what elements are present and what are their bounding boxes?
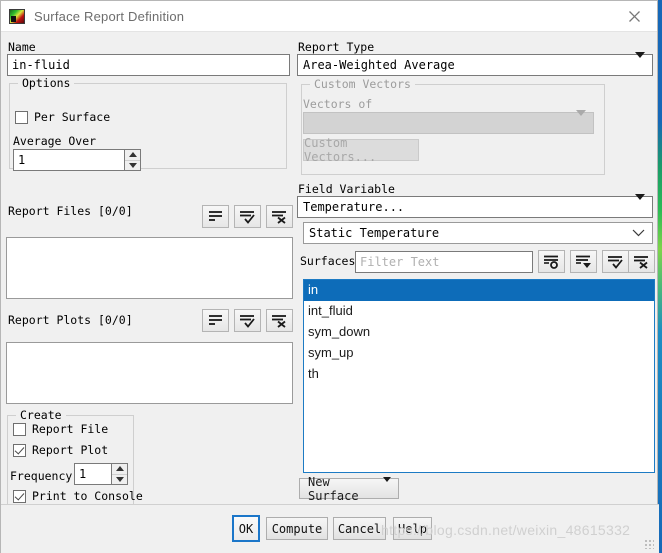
name-label: Name xyxy=(8,40,36,54)
checkbox-box xyxy=(15,110,28,124)
resize-grip[interactable] xyxy=(644,539,654,549)
average-over-spin-buttons[interactable] xyxy=(124,149,141,171)
dialog-content: Name Options Per Surface Average Over 1 … xyxy=(1,32,657,529)
list-item[interactable]: in xyxy=(304,280,654,301)
filter-options-icon[interactable] xyxy=(538,250,565,273)
surfaces-label: Surfaces xyxy=(300,254,356,268)
report-plot-label: Report Plot xyxy=(32,443,109,457)
spinner-down-icon[interactable] xyxy=(112,474,127,484)
compute-button[interactable]: Compute xyxy=(266,517,328,540)
ok-button[interactable]: OK xyxy=(232,515,260,542)
vectors-of-label: Vectors of xyxy=(303,97,373,111)
window-title: Surface Report Definition xyxy=(34,8,185,24)
new-surface-button[interactable]: New Surface xyxy=(299,475,399,503)
print-to-console-label: Print to Console xyxy=(32,489,143,503)
print-to-console-checkbox[interactable]: Print to Console xyxy=(13,489,143,503)
average-over-value[interactable]: 1 xyxy=(13,149,124,171)
left-column: Name Options Per Surface Average Over 1 … xyxy=(1,32,295,529)
field-variable-sub-value: Static Temperature xyxy=(309,226,440,240)
report-files-delete-icon[interactable] xyxy=(266,205,293,228)
chevron-down-icon xyxy=(576,110,586,130)
average-over-stepper[interactable]: 1 xyxy=(13,149,141,171)
report-file-checkbox[interactable]: Report File xyxy=(13,422,108,436)
checkbox-box xyxy=(13,489,26,503)
chevron-down-icon xyxy=(383,476,391,496)
close-icon[interactable] xyxy=(612,1,657,31)
right-column: Report Type Area-Weighted Average Custom… xyxy=(295,32,657,503)
report-plots-label: Report Plots [0/0] xyxy=(8,313,133,327)
name-input[interactable] xyxy=(7,54,290,76)
report-type-dropdown[interactable]: Area-Weighted Average xyxy=(297,52,653,76)
frequency-spin-buttons[interactable] xyxy=(111,463,128,485)
watermark-text: https://blog.csdn.net/weixin_48615332 xyxy=(381,522,631,538)
vectors-of-dropdown xyxy=(303,110,594,134)
list-item[interactable]: th xyxy=(304,364,654,385)
list-item[interactable]: sym_down xyxy=(304,322,654,343)
cancel-button[interactable]: Cancel xyxy=(333,517,386,540)
custom-vectors-button: Custom Vectors... xyxy=(303,136,419,164)
report-plots-list[interactable] xyxy=(6,342,293,404)
select-all-icon[interactable] xyxy=(602,250,629,273)
report-files-new-icon[interactable] xyxy=(202,205,229,228)
fluent-app-icon xyxy=(9,8,25,24)
list-item[interactable]: int_fluid xyxy=(304,301,654,322)
report-type-label: Report Type xyxy=(298,40,375,54)
custom-vectors-group-title: Custom Vectors xyxy=(310,77,415,91)
spinner-up-icon[interactable] xyxy=(112,464,127,475)
frequency-label: Frequency xyxy=(10,469,73,483)
report-files-label: Report Files [0/0] xyxy=(8,204,133,218)
title-bar: Surface Report Definition xyxy=(1,1,657,32)
new-surface-label: New Surface xyxy=(308,474,359,503)
options-group-title: Options xyxy=(18,76,75,90)
per-surface-label: Per Surface xyxy=(34,110,111,124)
field-variable-sub-dropdown[interactable]: Static Temperature xyxy=(303,222,653,244)
field-variable-value: Temperature... xyxy=(303,200,405,214)
frequency-stepper[interactable]: 1 xyxy=(74,463,128,485)
report-plots-delete-icon[interactable] xyxy=(266,309,293,332)
surfaces-filter-input[interactable] xyxy=(355,251,533,273)
report-plots-check-icon[interactable] xyxy=(234,309,261,332)
spinner-up-icon[interactable] xyxy=(125,150,140,161)
list-item[interactable]: sym_up xyxy=(304,343,654,364)
deselect-all-icon[interactable] xyxy=(628,250,655,273)
report-files-check-icon[interactable] xyxy=(234,205,261,228)
surface-report-definition-dialog: Surface Report Definition Name Options P… xyxy=(0,0,659,553)
field-variable-dropdown[interactable]: Temperature... xyxy=(297,194,653,218)
report-plot-checkbox[interactable]: Report Plot xyxy=(13,443,108,457)
chevron-down-icon xyxy=(635,52,645,72)
surfaces-list[interactable]: in int_fluid sym_down sym_up th xyxy=(303,279,655,473)
report-plots-new-icon[interactable] xyxy=(202,309,229,332)
report-type-value: Area-Weighted Average xyxy=(303,58,455,72)
report-file-label: Report File xyxy=(32,422,109,436)
report-files-list[interactable] xyxy=(6,237,293,299)
create-group-title: Create xyxy=(16,408,66,422)
spinner-down-icon[interactable] xyxy=(125,160,140,170)
per-surface-checkbox[interactable]: Per Surface xyxy=(15,110,110,124)
field-variable-label: Field Variable xyxy=(298,182,395,196)
sort-down-icon[interactable] xyxy=(570,250,597,273)
chevron-down-icon xyxy=(635,194,645,214)
checkbox-box xyxy=(13,443,26,457)
checkbox-box xyxy=(13,422,26,436)
chevron-down-icon xyxy=(632,229,645,237)
average-over-label: Average Over xyxy=(13,134,97,148)
frequency-value[interactable]: 1 xyxy=(74,463,111,485)
